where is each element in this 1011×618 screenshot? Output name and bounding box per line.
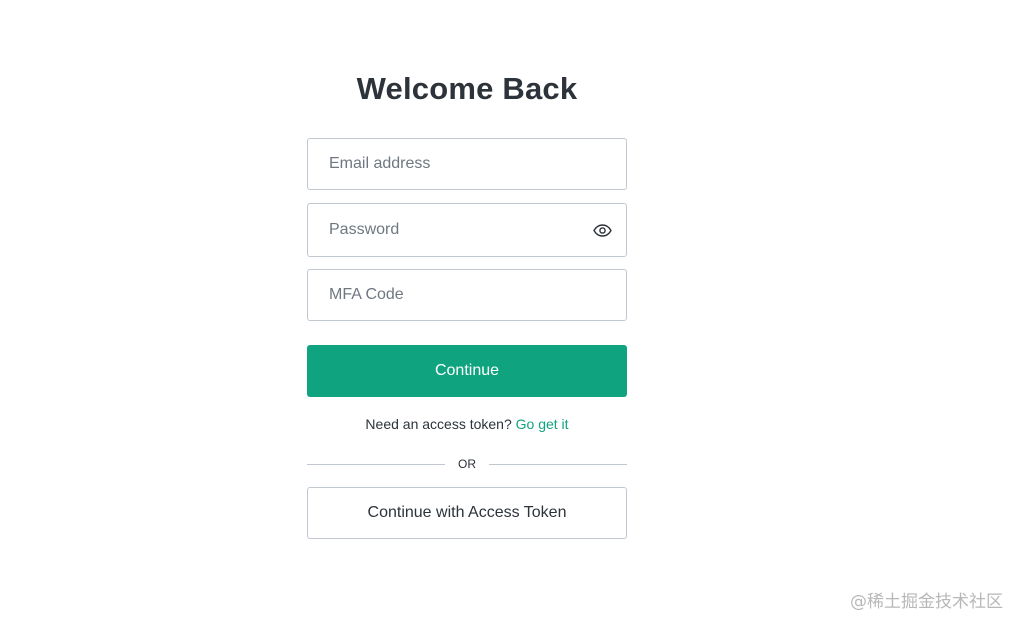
access-token-hint: Need an access token? Go get it bbox=[307, 415, 627, 433]
password-field-container bbox=[307, 203, 627, 257]
mfa-code-input[interactable] bbox=[308, 270, 626, 320]
continue-button[interactable]: Continue bbox=[307, 345, 627, 397]
access-token-button[interactable]: Continue with Access Token bbox=[307, 487, 627, 539]
divider-line-left bbox=[307, 463, 445, 465]
page-title: Welcome Back bbox=[356, 71, 578, 106]
or-divider: OR bbox=[307, 455, 627, 473]
watermark: @稀土掘金技术社区 bbox=[850, 592, 1003, 612]
email-input[interactable] bbox=[308, 139, 626, 189]
divider-text: OR bbox=[458, 457, 476, 471]
email-field-container bbox=[307, 138, 627, 190]
access-token-prompt: Need an access token? bbox=[365, 416, 512, 432]
eye-icon[interactable] bbox=[590, 218, 614, 242]
go-get-it-link[interactable]: Go get it bbox=[516, 416, 569, 432]
password-input[interactable] bbox=[308, 204, 626, 256]
mfa-field-container bbox=[307, 269, 627, 321]
login-card: Welcome Back Continue Need an access tok… bbox=[307, 70, 627, 539]
divider-line-right bbox=[489, 463, 627, 465]
